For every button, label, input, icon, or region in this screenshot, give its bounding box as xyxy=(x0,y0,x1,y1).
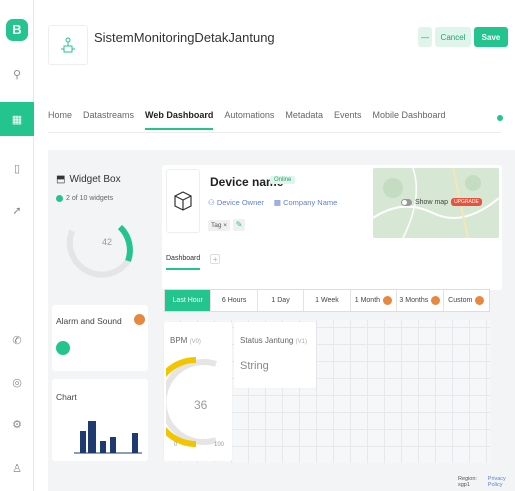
show-map-label: Show map xyxy=(415,198,449,206)
tab-home[interactable]: Home xyxy=(48,110,72,130)
more-button[interactable]: — xyxy=(418,27,432,47)
widget-count: 2 of 10 widgets xyxy=(66,195,114,202)
devices-icon[interactable]: ▦ xyxy=(0,102,34,136)
page-title: SistemMonitoringDetakJantung xyxy=(94,30,275,45)
range-1-week[interactable]: 1 Week xyxy=(304,290,351,311)
blynk-logo[interactable]: B xyxy=(6,19,28,41)
map-preview[interactable]: Show map UPGRADE xyxy=(373,168,499,238)
lock-icon xyxy=(475,296,485,305)
device-info-panel: Device name Online ⚇ Device Owner ▦ Comp… xyxy=(162,165,502,290)
tabs-divider xyxy=(48,132,501,133)
device-image xyxy=(166,169,200,233)
chart-preview-icon xyxy=(74,421,142,454)
lock-icon xyxy=(383,296,393,305)
bpm-title: BPM xyxy=(170,336,188,345)
templates-icon[interactable]: ▯ xyxy=(0,158,34,178)
bpm-gauge-widget[interactable]: BPM (V0) 36 0 100 xyxy=(164,322,232,461)
tab-datastreams[interactable]: Datastreams xyxy=(83,110,134,130)
range-6-hours[interactable]: 6 Hours xyxy=(211,290,258,311)
bpm-value: 36 xyxy=(194,398,208,412)
widget-box-title: Widget Box xyxy=(69,174,121,185)
status-value: String xyxy=(240,360,269,372)
tag-chip[interactable]: Tag × xyxy=(208,219,231,231)
tab-events[interactable]: Events xyxy=(334,110,362,130)
help-icon[interactable]: ◎ xyxy=(0,372,34,392)
privacy-policy-link[interactable]: Privacy Policy xyxy=(488,476,515,488)
tab-web-dashboard[interactable]: Web Dashboard xyxy=(145,110,214,130)
edit-tag-icon[interactable]: ✎ xyxy=(233,219,246,231)
gauge-widget-card[interactable]: 42 xyxy=(52,215,148,299)
company-icon: ▦ xyxy=(273,198,284,207)
chart-widget-card[interactable]: Chart xyxy=(52,379,148,461)
bpm-max: 100 xyxy=(214,442,225,448)
bpm-pin: (V0) xyxy=(189,339,201,345)
user-icon[interactable]: ♙ xyxy=(0,458,34,478)
search-icon[interactable]: ⚲ xyxy=(0,64,34,84)
range-3-months[interactable]: 3 Months xyxy=(397,290,444,311)
dashboard-canvas[interactable]: BPM (V0) 36 0 100 Status Jantung (V1) St… xyxy=(164,320,490,463)
tab-automations[interactable]: Automations xyxy=(224,110,274,130)
region-label: Region: sgp1 xyxy=(458,476,477,488)
cancel-button[interactable]: Cancel xyxy=(435,27,471,47)
upgrade-badge[interactable]: UPGRADE xyxy=(451,198,482,206)
add-tab-button[interactable]: + xyxy=(210,254,221,264)
status-pin: (V1) xyxy=(295,339,307,345)
status-title: Status Jantung xyxy=(240,336,294,345)
template-image[interactable] xyxy=(48,25,88,65)
gauge-preview-icon: 42 xyxy=(66,224,133,278)
cube-icon xyxy=(174,191,192,211)
gauge-preview-value: 42 xyxy=(102,237,112,247)
sidebar: B ⚲ ▦ ▯ ➚ ✆ ◎ ⚙ ♙ xyxy=(0,0,34,491)
template-tabs: Home Datastreams Web Dashboard Automatio… xyxy=(48,110,446,130)
alarm-widget-card[interactable]: Alarm and Sound xyxy=(52,305,148,371)
tab-metadata[interactable]: Metadata xyxy=(285,110,323,130)
widget-box-panel: ⬒ Widget Box 2 of 10 widgets 42 Alarm an… xyxy=(50,157,150,491)
settings-icon[interactable]: ⚙ xyxy=(0,414,34,434)
status-dot xyxy=(497,115,503,121)
save-button[interactable]: Save xyxy=(474,27,508,47)
status-badge: Online xyxy=(270,176,296,184)
device-owner-link[interactable]: Device Owner xyxy=(217,198,264,207)
range-custom[interactable]: Custom xyxy=(444,290,489,311)
send-icon[interactable]: ➚ xyxy=(0,200,34,220)
alarm-preview-icon xyxy=(56,341,70,355)
lock-icon xyxy=(431,296,441,305)
tab-mobile-dashboard[interactable]: Mobile Dashboard xyxy=(372,110,445,130)
status-jantung-widget[interactable]: Status Jantung (V1) String xyxy=(234,322,316,388)
widget-count-icon xyxy=(56,195,63,202)
lock-icon xyxy=(134,314,145,325)
widget-box-icon: ⬒ xyxy=(56,174,66,185)
chart-widget-label: Chart xyxy=(56,392,77,402)
alarm-widget-label: Alarm and Sound xyxy=(56,316,122,326)
hardware-icon xyxy=(61,37,75,53)
time-range-selector: Last Hour 6 Hours 1 Day 1 Week 1 Month 3… xyxy=(164,289,490,312)
owner-icon: ⚇ xyxy=(208,198,217,207)
range-last-hour[interactable]: Last Hour xyxy=(165,290,212,311)
announce-icon[interactable]: ✆ xyxy=(0,330,34,350)
show-map-toggle[interactable] xyxy=(401,198,412,206)
footer: Region: sgp1 Privacy Policy xyxy=(458,476,515,488)
range-1-month[interactable]: 1 Month xyxy=(351,290,398,311)
header: SistemMonitoringDetakJantung — Cancel Sa… xyxy=(34,0,515,95)
tab-dashboard[interactable]: Dashboard xyxy=(166,255,201,270)
company-name-link[interactable]: Company Name xyxy=(283,198,337,207)
range-1-day[interactable]: 1 Day xyxy=(258,290,305,311)
bpm-min: 0 xyxy=(174,442,178,448)
